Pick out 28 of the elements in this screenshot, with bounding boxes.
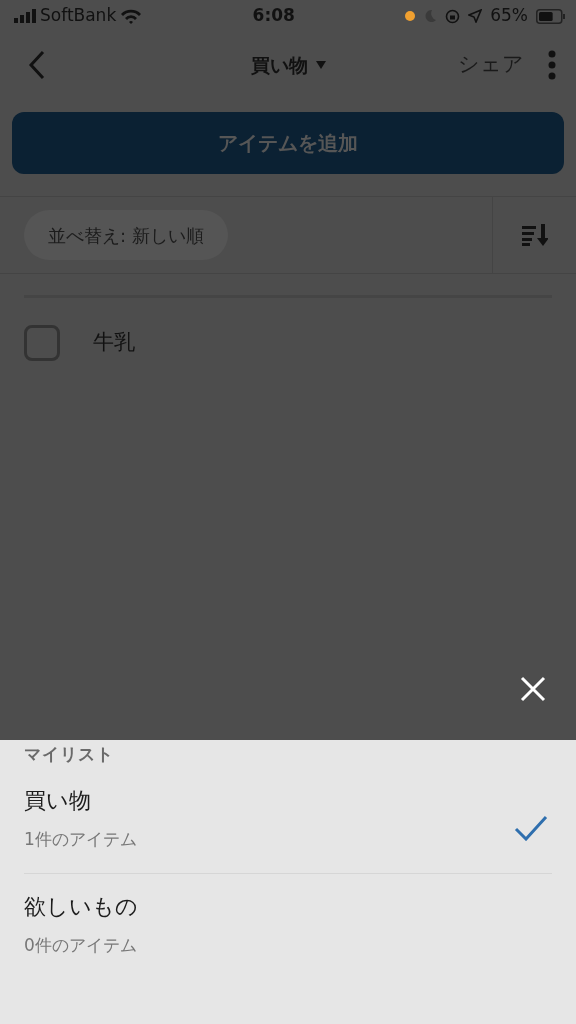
- item-count: 0件のアイテム: [24, 933, 138, 957]
- caret-icon[interactable]: [315, 61, 326, 69]
- list-option[interactable]: 欲しいもの 0件のアイテム: [24, 873, 552, 980]
- list-name: 買い物: [24, 786, 92, 815]
- close-icon: [520, 676, 546, 702]
- back-icon[interactable]: [28, 50, 46, 80]
- battery-icon: [536, 8, 566, 24]
- battery-percent: 65%: [490, 4, 528, 28]
- status-time: 6:08: [252, 4, 295, 28]
- close-button[interactable]: [520, 676, 546, 702]
- signal-icon: [14, 9, 36, 23]
- carrier-name: SoftBank: [40, 4, 117, 28]
- more-icon[interactable]: [548, 50, 556, 80]
- wifi-icon: [120, 8, 143, 24]
- rotation-lock-icon: [445, 8, 461, 24]
- recording-dot-icon: [405, 11, 416, 21]
- sort-chip[interactable]: 並べ替え: 新しい順: [24, 210, 228, 260]
- list-title[interactable]: 買い物: [250, 50, 308, 80]
- list-name: 欲しいもの: [24, 892, 138, 921]
- check-icon: [514, 815, 548, 841]
- location-arrow-icon: [468, 9, 483, 23]
- checkbox[interactable]: [24, 325, 60, 361]
- add-item-button[interactable]: アイテムを追加: [12, 112, 564, 174]
- sort-descending-icon: [521, 224, 548, 246]
- section-heading: マイリスト: [24, 743, 115, 766]
- item-count: 1件のアイテム: [24, 827, 137, 851]
- item-label: 牛乳: [93, 329, 135, 357]
- list-option[interactable]: 買い物 1件のアイテム: [24, 767, 552, 874]
